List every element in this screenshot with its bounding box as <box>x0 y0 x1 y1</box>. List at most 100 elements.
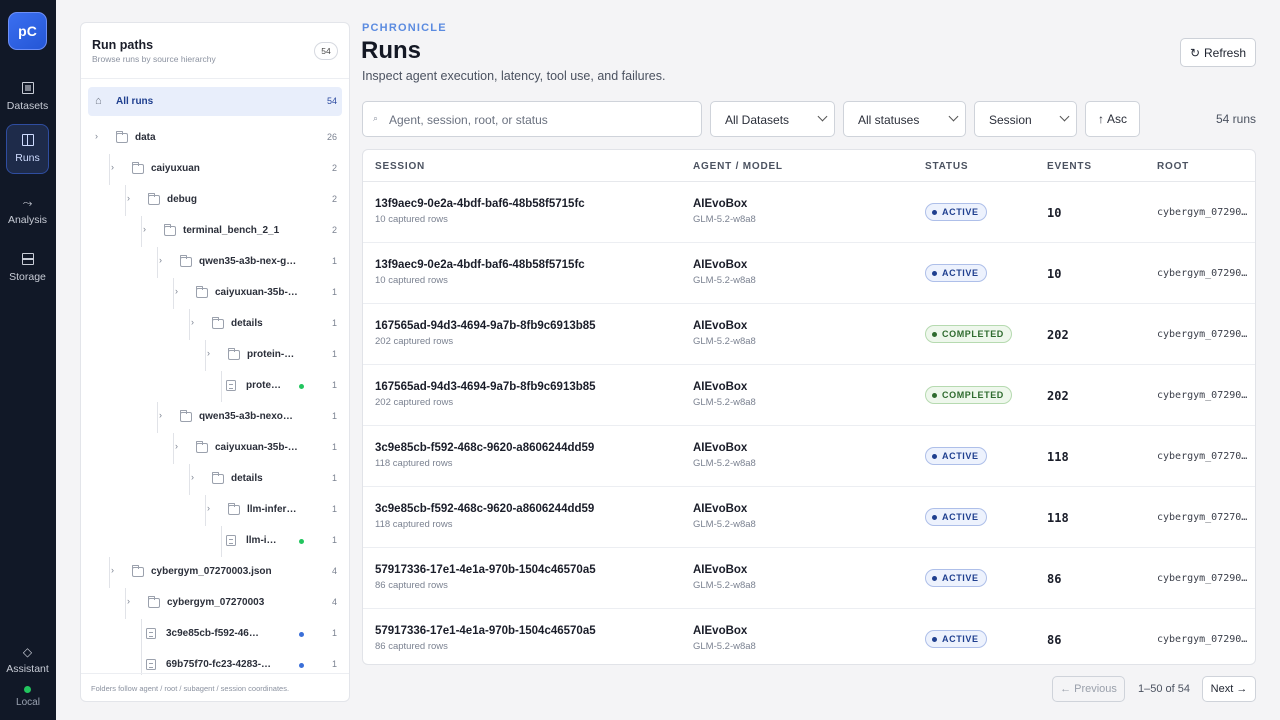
session-id[interactable]: 167565ad-94d3-4694-9a7b-8fb9c6913b85 <box>375 320 596 332</box>
chevron-right-icon[interactable]: › <box>175 441 178 451</box>
next-page-button[interactable]: Next → <box>1202 676 1256 702</box>
session-id[interactable]: 13f9aec9-0e2a-4bdf-baf6-48b58f5715fc <box>375 198 585 210</box>
table-row[interactable]: 13f9aec9-0e2a-4bdf-baf6-48b58f5715fc 10 c… <box>363 182 1255 243</box>
agent-name: AIEvoBox <box>693 320 748 332</box>
tree-guide-line <box>173 433 174 464</box>
status-badge: ACTIVE <box>925 447 987 465</box>
table-row[interactable]: 3c9e85cb-f592-468c-9620-a8606244dd59 118 … <box>363 426 1255 487</box>
tree-item-folder[interactable]: › caiyuxuan-35b-… 1 <box>81 433 349 463</box>
captured-rows: 86 captured rows <box>375 580 448 591</box>
nav-item-assistant[interactable]: ◇ Assistant <box>3 635 52 685</box>
tree-item-session[interactable]: prote… 1 <box>81 371 349 401</box>
nav-item-label: Assistant <box>6 663 49 675</box>
event-count: 86 <box>1047 633 1062 647</box>
page-description: Inspect agent execution, latency, tool u… <box>362 69 666 83</box>
tree-item-folder[interactable]: › cybergym_07270003 4 <box>81 588 349 618</box>
nav-item-datasets[interactable]: Datasets <box>6 72 49 122</box>
session-id[interactable]: 3c9e85cb-f592-468c-9620-a8606244dd59 <box>375 503 594 515</box>
folder-icon <box>196 441 208 453</box>
column-header-events[interactable]: EVENTS <box>1047 161 1092 172</box>
table-row[interactable]: 13f9aec9-0e2a-4bdf-baf6-48b58f5715fc 10 c… <box>363 243 1255 304</box>
chevron-right-icon[interactable]: › <box>143 224 146 234</box>
column-header-root[interactable]: ROOT <box>1157 161 1189 172</box>
tree-item-folder[interactable]: › cybergym_07270003.json 4 <box>81 557 349 587</box>
session-id[interactable]: 57917336-17e1-4e1a-970b-1504c46570a5 <box>375 564 596 576</box>
chevron-right-icon[interactable]: › <box>95 131 98 141</box>
search-input[interactable] <box>389 110 689 130</box>
folder-icon <box>180 255 192 267</box>
captured-rows: 10 captured rows <box>375 275 448 286</box>
chevron-right-icon[interactable]: › <box>159 410 162 420</box>
tree-item-session[interactable]: 3c9e85cb-f592-46… 1 <box>81 619 349 649</box>
chevron-right-icon[interactable]: › <box>207 348 210 358</box>
tree-item-folder[interactable]: › caiyuxuan-35b-… 1 <box>81 278 349 308</box>
tree-item-folder[interactable]: › details 1 <box>81 309 349 339</box>
chevron-right-icon[interactable]: › <box>127 596 130 606</box>
tree-item-folder[interactable]: › data 26 <box>81 123 349 153</box>
chevron-right-icon[interactable]: › <box>175 286 178 296</box>
session-id[interactable]: 3c9e85cb-f592-468c-9620-a8606244dd59 <box>375 442 594 454</box>
table-row[interactable]: 57917336-17e1-4e1a-970b-1504c46570a5 86 c… <box>363 609 1255 664</box>
tree-item-folder[interactable]: › debug 2 <box>81 185 349 215</box>
run-count: 54 runs <box>1215 112 1256 126</box>
tree-item-folder[interactable]: › caiyuxuan 2 <box>81 154 349 184</box>
storage-icon <box>21 253 35 267</box>
file-icon <box>146 659 156 670</box>
session-id[interactable]: 167565ad-94d3-4694-9a7b-8fb9c6913b85 <box>375 381 596 393</box>
status-badge: ACTIVE <box>925 569 987 587</box>
sort-select[interactable]: Session <box>974 101 1077 137</box>
tree-item-count: 1 <box>331 411 337 421</box>
sort-select-value: Session <box>989 113 1032 127</box>
tree-item-label: details <box>231 473 263 484</box>
table-row[interactable]: 3c9e85cb-f592-468c-9620-a8606244dd59 118 … <box>363 487 1255 548</box>
chevron-right-icon[interactable]: › <box>127 193 130 203</box>
tree-item-session[interactable]: 69b75f70-fc23-4283-… 1 <box>81 650 349 675</box>
session-id[interactable]: 57917336-17e1-4e1a-970b-1504c46570a5 <box>375 625 596 637</box>
chevron-right-icon[interactable]: › <box>159 255 162 265</box>
tree-item-folder[interactable]: › details 1 <box>81 464 349 494</box>
sort-order-button[interactable]: ↑ Asc <box>1085 101 1140 137</box>
tree-item-folder[interactable]: › terminal_bench_2_1 2 <box>81 216 349 246</box>
column-header-status[interactable]: STATUS <box>925 161 968 172</box>
event-count: 10 <box>1047 267 1062 281</box>
tree-item-count: 1 <box>331 628 337 638</box>
tree-item-label: details <box>231 318 263 329</box>
status-badge: ACTIVE <box>925 203 987 221</box>
captured-rows: 118 captured rows <box>375 519 453 530</box>
tree-item-folder[interactable]: › qwen35-a3b-nex-g… 1 <box>81 247 349 277</box>
tree-guide-line <box>189 309 190 340</box>
refresh-button[interactable]: ↻ Refresh <box>1180 38 1256 67</box>
agent-name: AIEvoBox <box>693 625 748 637</box>
session-id[interactable]: 13f9aec9-0e2a-4bdf-baf6-48b58f5715fc <box>375 259 585 271</box>
table-row[interactable]: 57917336-17e1-4e1a-970b-1504c46570a5 86 c… <box>363 548 1255 609</box>
nav-item-storage[interactable]: Storage <box>6 243 49 293</box>
tree-item-folder[interactable]: › llm-infer… 1 <box>81 495 349 525</box>
run-paths-footer-note: Folders follow agent / root / subagent /… <box>91 684 290 693</box>
nav-item-analysis[interactable]: ⤳ Analysis <box>6 186 49 236</box>
tree-guide-line <box>189 464 190 495</box>
table-row[interactable]: 167565ad-94d3-4694-9a7b-8fb9c6913b85 202 … <box>363 365 1255 426</box>
nav-item-runs[interactable]: Runs <box>6 124 49 174</box>
column-header-agent-model[interactable]: AGENT / MODEL <box>693 161 783 172</box>
table-row[interactable]: 167565ad-94d3-4694-9a7b-8fb9c6913b85 202 … <box>363 304 1255 365</box>
model-name: GLM-5.2-w8a8 <box>693 214 756 225</box>
chevron-right-icon[interactable]: › <box>111 162 114 172</box>
tree-item-label: cybergym_07270003 <box>167 597 265 608</box>
dataset-select[interactable]: All Datasets <box>710 101 835 137</box>
tree-item-all-runs[interactable]: ⌂ All runs 54 <box>88 87 342 116</box>
chevron-right-icon[interactable]: › <box>111 565 114 575</box>
chevron-right-icon[interactable]: › <box>191 317 194 327</box>
column-header-session[interactable]: SESSION <box>375 161 425 172</box>
previous-page-button[interactable]: ← Previous <box>1052 676 1125 702</box>
tree-item-session[interactable]: llm-i… 1 <box>81 526 349 556</box>
tree-item-folder[interactable]: › protein-… 1 <box>81 340 349 370</box>
tree-item-folder[interactable]: › qwen35-a3b-nexo… 1 <box>81 402 349 432</box>
run-paths-tree: ⌂ All runs 54 › data 26 › caiyuxuan 2 › debug 2 ›… <box>81 79 349 675</box>
chevron-right-icon[interactable]: › <box>207 503 210 513</box>
folder-icon <box>228 348 240 360</box>
folder-icon <box>116 131 128 143</box>
status-select[interactable]: All statuses <box>843 101 966 137</box>
event-count: 10 <box>1047 206 1062 220</box>
app-logo[interactable]: pC <box>8 12 47 50</box>
chevron-right-icon[interactable]: › <box>191 472 194 482</box>
